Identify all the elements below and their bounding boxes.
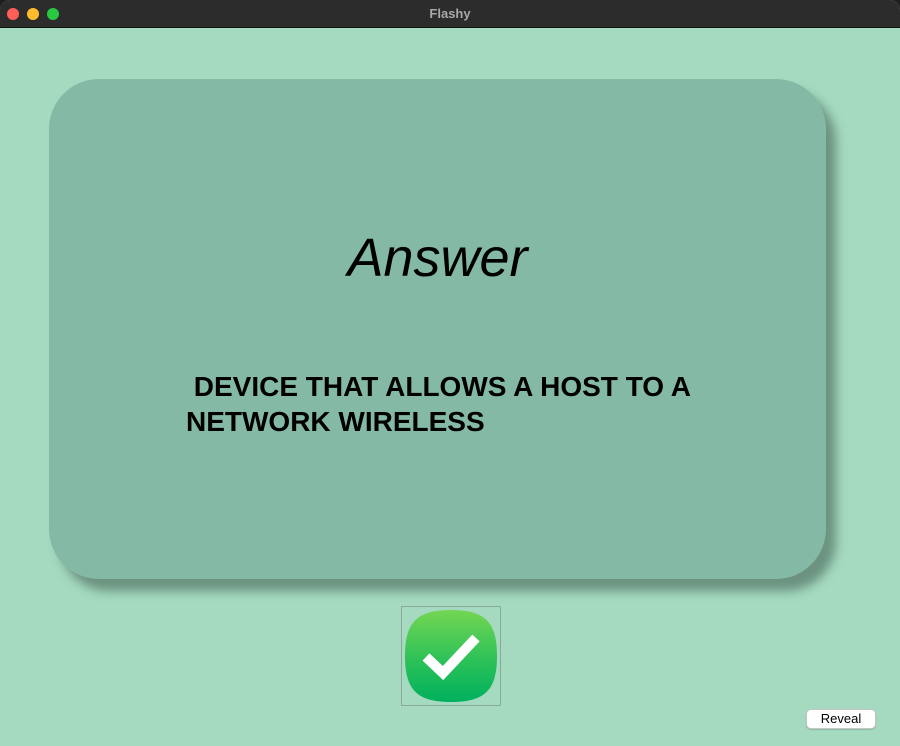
card-answer-text: DEVICE THAT ALLOWS A HOST TO A NETWORK W…: [186, 371, 692, 437]
window-title: Flashy: [429, 6, 471, 21]
flashcard[interactable]: Answer DEVICE THAT ALLOWS A HOST TO A NE…: [49, 79, 826, 579]
title-bar[interactable]: Flashy: [0, 0, 900, 28]
mark-correct-button[interactable]: [401, 606, 501, 706]
reveal-button[interactable]: Reveal: [806, 709, 876, 729]
card-title: Answer: [347, 228, 528, 288]
checkmark-icon: [405, 610, 497, 702]
app-window: Flashy Answer DEVICE THAT ALLOWS A HOST …: [0, 0, 900, 746]
